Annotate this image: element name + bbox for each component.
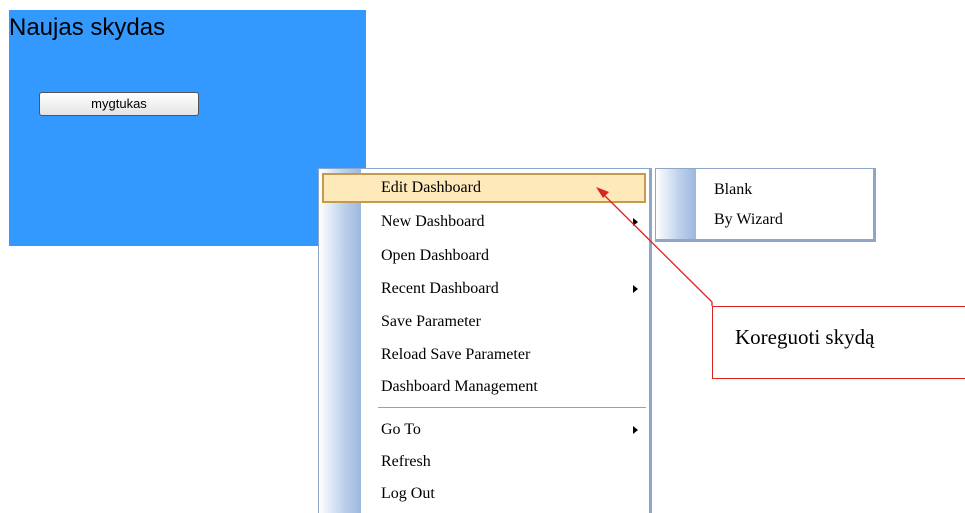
menu-item-dashboard-management[interactable]: Dashboard Management	[322, 372, 646, 402]
submenu-arrow-icon	[633, 426, 638, 434]
menu-item-label: Go To	[381, 421, 421, 438]
menu-item-reload-save-parameter[interactable]: Reload Save Parameter	[322, 340, 646, 370]
mygtukas-button[interactable]: mygtukas	[39, 92, 199, 116]
menu-item-label: Recent Dashboard	[381, 280, 499, 297]
submenu-item-blank[interactable]: Blank	[714, 179, 752, 201]
menu-item-label: Edit Dashboard	[381, 179, 481, 196]
menu-item-label: Save Parameter	[381, 313, 481, 330]
menu-item-refresh[interactable]: Refresh	[322, 447, 646, 477]
submenu-item-by-wizard[interactable]: By Wizard	[714, 209, 783, 231]
annotation-callout: Koreguoti skydą	[712, 306, 965, 379]
menu-item-label: New Dashboard	[381, 213, 485, 230]
menu-item-new-dashboard[interactable]: New Dashboard	[322, 207, 646, 237]
context-menu: Edit Dashboard New Dashboard Open Dashbo…	[318, 168, 652, 513]
menu-item-edit-dashboard[interactable]: Edit Dashboard	[322, 173, 646, 203]
menu-item-go-to[interactable]: Go To	[322, 415, 646, 445]
dashboard-panel: Naujas skydas mygtukas	[9, 10, 366, 246]
menu-item-label: Dashboard Management	[381, 378, 538, 395]
menu-icon-strip	[656, 169, 696, 239]
menu-item-recent-dashboard[interactable]: Recent Dashboard	[322, 274, 646, 304]
submenu-arrow-icon	[633, 218, 638, 226]
submenu: Blank By Wizard	[655, 168, 876, 242]
menu-item-open-dashboard[interactable]: Open Dashboard	[322, 241, 646, 271]
menu-item-label: Reload Save Parameter	[381, 346, 531, 363]
menu-item-label: Open Dashboard	[381, 247, 489, 264]
callout-text: Koreguoti skydą	[735, 325, 875, 349]
menu-item-log-out[interactable]: Log Out	[322, 479, 646, 509]
menu-separator	[378, 407, 646, 409]
menu-item-label: Refresh	[381, 453, 431, 470]
submenu-arrow-icon	[633, 285, 638, 293]
panel-title: Naujas skydas	[9, 14, 166, 41]
menu-item-label: Log Out	[381, 485, 435, 502]
menu-item-save-parameter[interactable]: Save Parameter	[322, 307, 646, 337]
